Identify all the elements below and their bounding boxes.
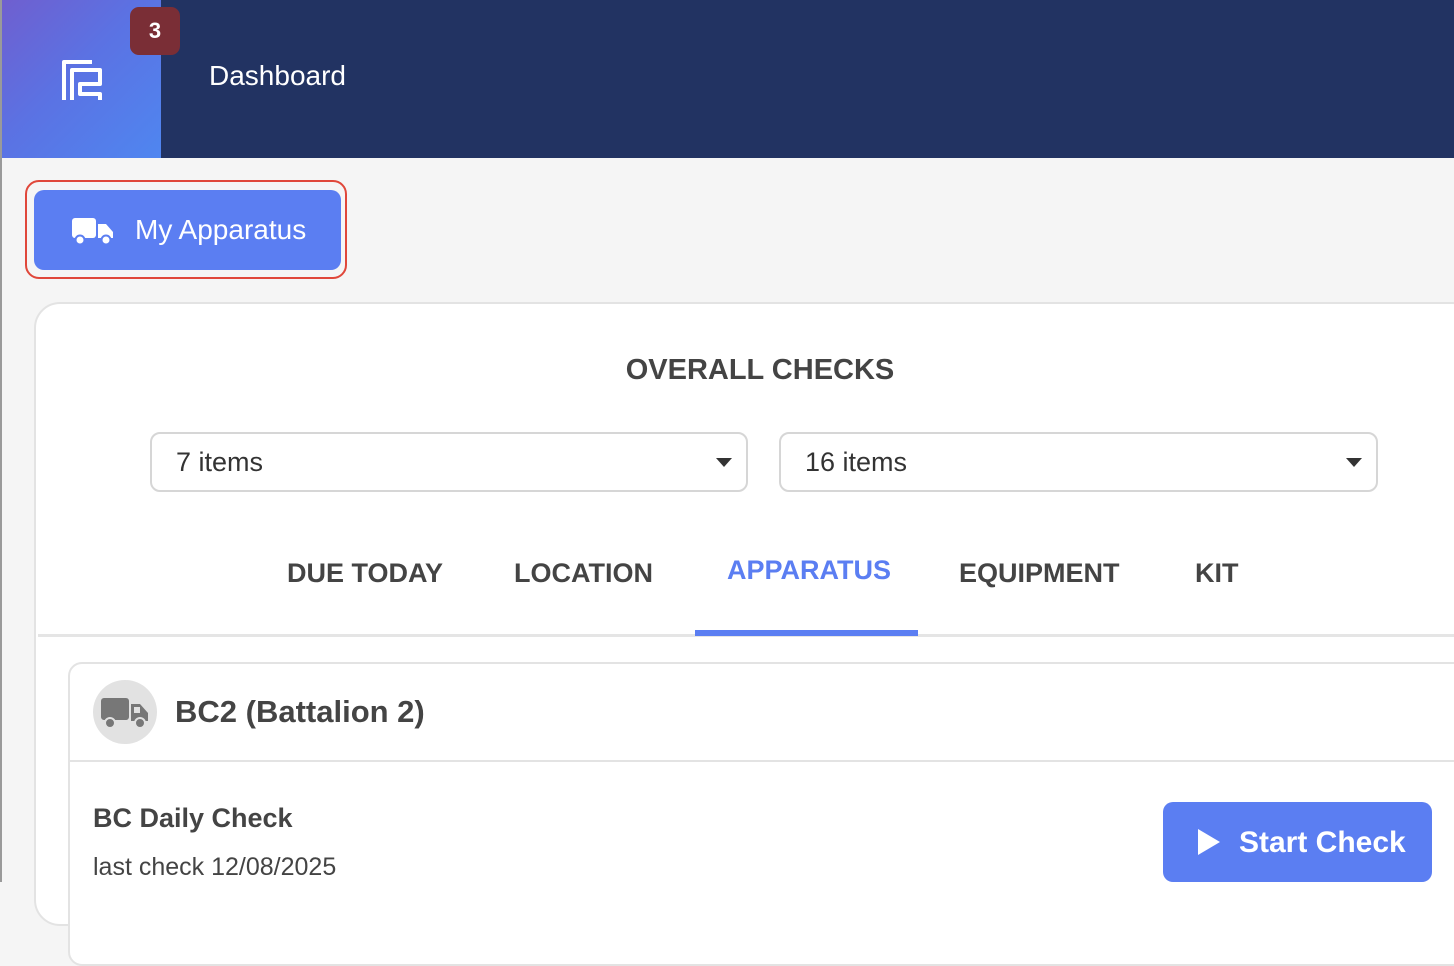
items-select-2[interactable]: 16 items bbox=[779, 432, 1378, 492]
active-tab-indicator bbox=[695, 630, 918, 636]
tab-kit[interactable]: KIT bbox=[1195, 553, 1239, 593]
overall-checks-title: OVERALL CHECKS bbox=[625, 354, 895, 386]
play-icon bbox=[1198, 829, 1220, 855]
truck-icon bbox=[101, 698, 148, 729]
tab-location[interactable]: LOCATION bbox=[514, 553, 653, 593]
avatar bbox=[93, 680, 157, 744]
page-title: Dashboard bbox=[209, 60, 346, 91]
items-select-1[interactable]: 7 items bbox=[150, 432, 748, 492]
check-name: BC Daily Check bbox=[93, 803, 293, 833]
start-check-label: Start Check bbox=[1239, 826, 1406, 859]
tab-apparatus[interactable]: APPARATUS bbox=[727, 550, 891, 590]
app-logo-icon bbox=[62, 60, 102, 100]
my-apparatus-button[interactable]: My Apparatus bbox=[34, 190, 341, 270]
truck-icon bbox=[72, 218, 113, 246]
apparatus-title: BC2 (Battalion 2) bbox=[175, 694, 425, 729]
select-value: 7 items bbox=[176, 447, 264, 477]
my-apparatus-label: My Apparatus bbox=[135, 214, 307, 245]
select-value: 16 items bbox=[805, 447, 908, 477]
caret-down-icon bbox=[1346, 458, 1362, 467]
tab-due-today[interactable]: DUE TODAY bbox=[287, 553, 443, 593]
last-check-date: last check 12/08/2025 bbox=[93, 853, 337, 881]
notification-badge[interactable]: 3 bbox=[130, 7, 180, 55]
start-check-button[interactable]: Start Check bbox=[1163, 802, 1432, 882]
caret-down-icon bbox=[716, 458, 732, 467]
card-divider bbox=[70, 760, 1454, 762]
top-header: 3 Dashboard bbox=[2, 0, 1454, 158]
tab-equipment[interactable]: EQUIPMENT bbox=[959, 553, 1120, 593]
